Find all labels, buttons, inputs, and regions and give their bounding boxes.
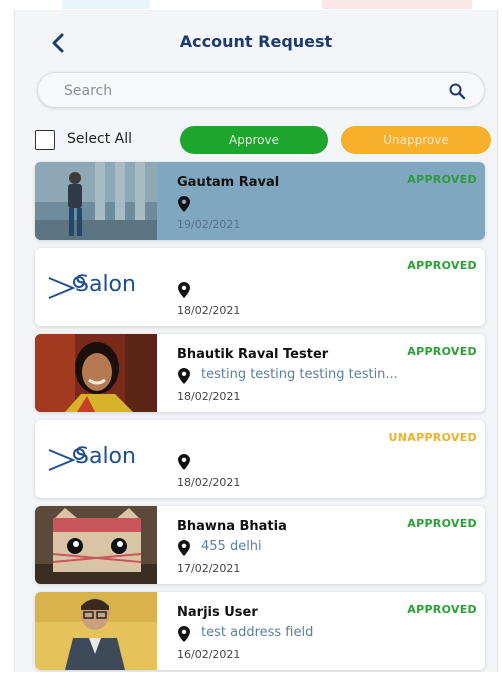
salon-logo: Salon (35, 248, 157, 326)
request-date: 18/02/2021 (177, 304, 241, 317)
location-pin-icon (178, 196, 190, 212)
request-date: 19/02/2021 (177, 218, 241, 231)
approve-button[interactable]: Approve (180, 126, 328, 154)
page-title: Account Request (179, 32, 333, 51)
select-all-checkbox[interactable] (35, 130, 55, 150)
app-header: Account Request (15, 24, 497, 64)
request-name: Narjis User (177, 605, 258, 620)
request-name: Bhawna Bhatia (177, 519, 287, 534)
search-icon[interactable] (448, 82, 466, 100)
status-badge: APPROVED (407, 173, 477, 186)
avatar (35, 506, 157, 584)
request-date: 16/02/2021 (177, 648, 241, 661)
top-tint-right (322, 0, 472, 9)
logo-text: Salon (75, 444, 136, 469)
request-address: 455 delhi (201, 539, 262, 554)
request-name: Bhautik Raval Tester (177, 347, 329, 362)
request-address: test address field (201, 625, 314, 640)
avatar (35, 162, 157, 240)
request-card[interactable]: Salon UNAPPROVED 18/02/2021 (35, 420, 485, 498)
app-screen: Account Request Select All Approve Unapp… (14, 10, 498, 672)
request-date: 18/02/2021 (177, 476, 241, 489)
request-card[interactable]: Gautam Raval APPROVED 19/02/2021 (35, 162, 485, 240)
avatar (35, 592, 157, 670)
status-badge: APPROVED (407, 603, 477, 616)
top-tint-left (62, 0, 150, 9)
status-badge: APPROVED (407, 259, 477, 272)
request-card[interactable]: Narjis User APPROVED test address field … (35, 592, 485, 670)
select-all-label[interactable]: Select All (67, 131, 132, 147)
unapprove-button[interactable]: Unapprove (341, 126, 491, 154)
request-date: 17/02/2021 (177, 562, 241, 575)
request-date: 18/02/2021 (177, 390, 241, 403)
location-pin-icon (178, 368, 190, 384)
request-card[interactable]: Bhawna Bhatia APPROVED 455 delhi 17/02/2… (35, 506, 485, 584)
location-pin-icon (178, 454, 190, 470)
salon-logo: Salon (35, 420, 157, 498)
location-pin-icon (178, 540, 190, 556)
status-badge: UNAPPROVED (388, 431, 477, 444)
request-name: Gautam Raval (177, 175, 280, 190)
bulk-action-row: Select All Approve Unapprove (35, 126, 495, 154)
location-pin-icon (178, 282, 190, 298)
status-badge: APPROVED (407, 345, 477, 358)
request-address: testing testing testing testin... (201, 367, 398, 382)
search-bar (37, 72, 485, 108)
location-pin-icon (178, 626, 190, 642)
status-badge: APPROVED (407, 517, 477, 530)
search-input[interactable] (64, 79, 424, 103)
request-card[interactable]: Bhautik Raval Tester APPROVED testing te… (35, 334, 485, 412)
avatar (35, 334, 157, 412)
logo-text: Salon (75, 272, 136, 297)
request-card[interactable]: Salon APPROVED 18/02/2021 (35, 248, 485, 326)
